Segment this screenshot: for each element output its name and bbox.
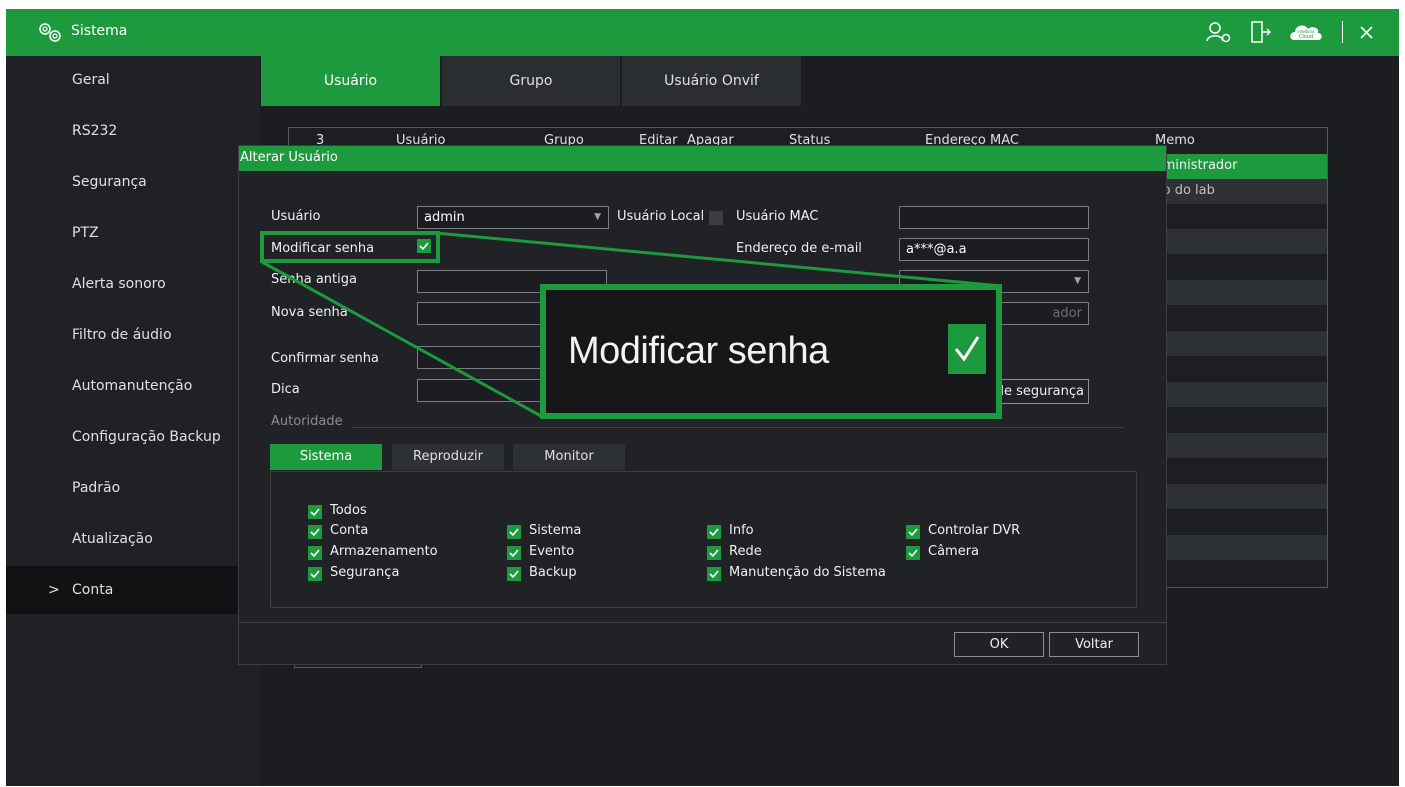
zoom-callout: Modificar senha [540,284,1002,419]
zoom-checkbox [948,324,986,374]
modificar-senha-highlight [260,231,440,263]
zoom-callout-text: Modificar senha [568,330,829,372]
checkmark-icon [954,336,980,362]
